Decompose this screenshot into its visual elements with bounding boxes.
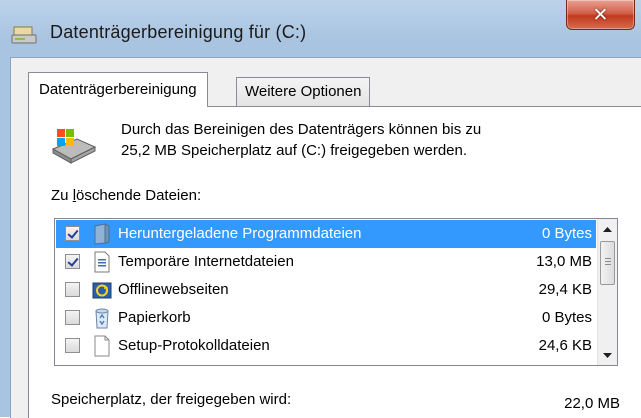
file-name: Offlinewebseiten bbox=[118, 281, 229, 298]
file-name: Setup-Protokolldateien bbox=[118, 337, 270, 354]
description-text: Durch das Bereinigen des Datenträgers kö… bbox=[121, 119, 601, 161]
file-list-row[interactable]: Temporäre Internetdateien 13,0 MB bbox=[56, 248, 596, 276]
window-frame: Datenträgerbereinigung für (C:) ✕ Datent… bbox=[0, 0, 641, 418]
scroll-thumb[interactable] bbox=[600, 241, 615, 285]
file-name: Papierkorb bbox=[118, 309, 191, 326]
file-list-row[interactable]: Offlinewebseiten 29,4 KB bbox=[56, 276, 596, 304]
arrow-down-icon bbox=[603, 352, 612, 358]
dialog-client-area: Datenträgerbereinigung Weitere Optionen … bbox=[10, 57, 641, 418]
file-list[interactable]: Heruntergeladene Programmdateien 0 Bytes… bbox=[54, 218, 618, 366]
close-icon: ✕ bbox=[592, 3, 609, 26]
row-checkbox[interactable] bbox=[65, 254, 80, 269]
close-button[interactable]: ✕ bbox=[566, 0, 635, 30]
list-scrollbar[interactable] bbox=[597, 219, 617, 365]
file-list-row[interactable]: Setup-Protokolldateien 24,6 KB bbox=[56, 332, 596, 360]
window-title: Datenträgerbereinigung für (C:) bbox=[50, 22, 307, 42]
space-freed-label: Speicherplatz, der freigegeben wird: bbox=[51, 391, 292, 408]
thumb-grip bbox=[605, 258, 611, 259]
scroll-down-button[interactable] bbox=[598, 345, 617, 365]
file-size: 13,0 MB bbox=[536, 253, 592, 270]
file-size: 0 Bytes bbox=[541, 225, 592, 242]
file-size: 24,6 KB bbox=[538, 337, 592, 354]
offline-sync-icon bbox=[92, 282, 112, 299]
description-line-2: 25,2 MB Speicherplatz auf (C:) freigegeb… bbox=[121, 142, 468, 159]
title-bar[interactable]: Datenträgerbereinigung für (C:) ✕ bbox=[0, 0, 641, 52]
file-name: Heruntergeladene Programmdateien bbox=[118, 225, 362, 242]
file-size: 0 Bytes bbox=[541, 309, 592, 326]
files-label-rest: öschende Dateien: bbox=[76, 187, 202, 204]
folder-icon bbox=[94, 223, 110, 245]
files-to-delete-label: Zu löschende Dateien: bbox=[51, 187, 201, 204]
file-size: 29,4 KB bbox=[538, 281, 592, 298]
thumb-grip bbox=[605, 261, 611, 262]
recycle-bin-icon bbox=[95, 308, 109, 329]
tab-more-options[interactable]: Weitere Optionen bbox=[236, 77, 371, 107]
space-freed-value: 22,0 MB bbox=[564, 395, 620, 412]
tab-panel: Durch das Bereinigen des Datenträgers kö… bbox=[28, 106, 641, 418]
row-checkbox[interactable] bbox=[65, 226, 80, 241]
thumb-grip bbox=[605, 264, 611, 265]
description-line-1: Durch das Bereinigen des Datenträgers kö… bbox=[121, 121, 482, 138]
scroll-up-button[interactable] bbox=[598, 219, 617, 239]
row-checkbox[interactable] bbox=[65, 310, 80, 325]
row-checkbox[interactable] bbox=[65, 282, 80, 297]
disk-cleanup-icon bbox=[11, 26, 37, 44]
tab-disk-cleanup[interactable]: Datenträgerbereinigung bbox=[28, 72, 208, 107]
file-name: Temporäre Internetdateien bbox=[118, 253, 294, 270]
disk-cleanup-large-icon bbox=[51, 129, 97, 164]
row-checkbox[interactable] bbox=[65, 338, 80, 353]
arrow-up-icon bbox=[603, 226, 612, 232]
blank-file-icon bbox=[94, 335, 110, 357]
document-icon bbox=[94, 251, 110, 273]
file-list-row[interactable]: Heruntergeladene Programmdateien 0 Bytes bbox=[56, 220, 596, 248]
files-label-prefix: Zu bbox=[51, 187, 73, 204]
file-list-row[interactable]: Papierkorb 0 Bytes bbox=[56, 304, 596, 332]
